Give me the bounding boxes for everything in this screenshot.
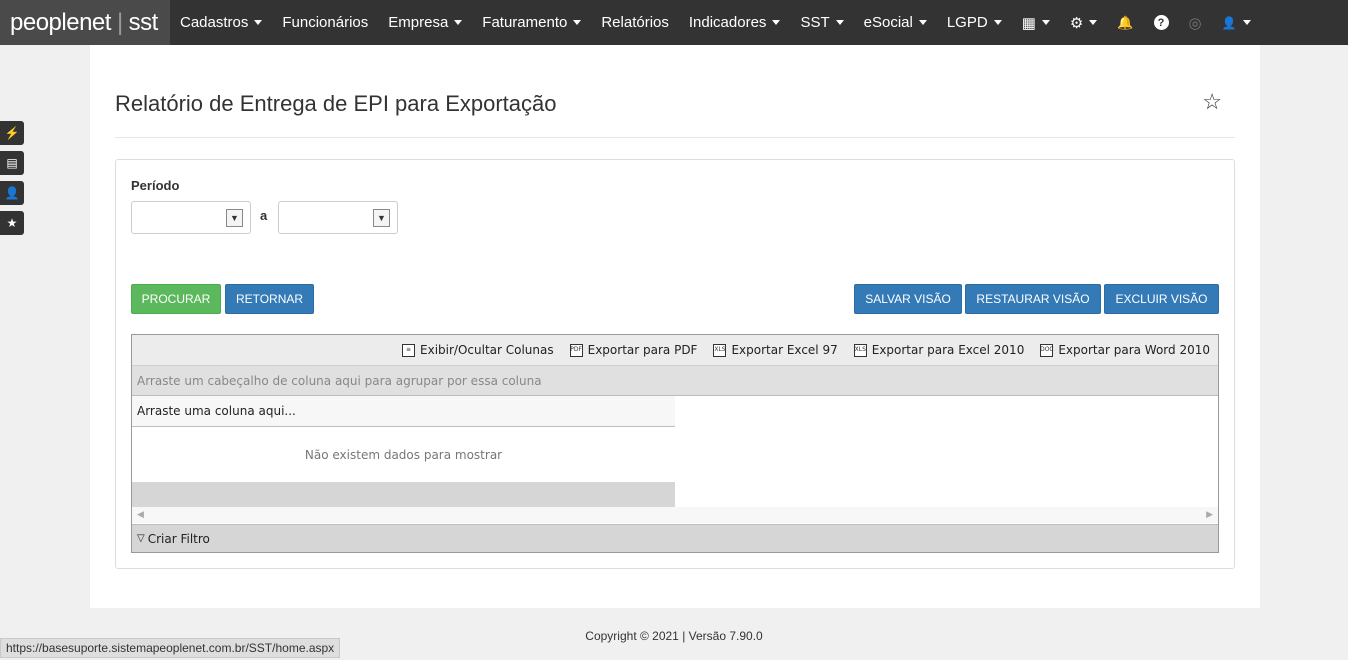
chevron-down-icon: [573, 20, 582, 25]
chevron-down-icon[interactable]: ▼: [373, 209, 390, 227]
chevron-down-icon: [993, 20, 1002, 25]
toggle-columns-button[interactable]: ≡ Exibir/Ocultar Colunas: [402, 343, 554, 357]
nav-lgpd-label: LGPD: [946, 14, 988, 31]
nav-indicadores[interactable]: Indicadores: [679, 0, 791, 45]
help-icon: ?: [1153, 15, 1169, 30]
create-filter-label: Criar Filtro: [147, 531, 210, 546]
date-range-separator: a: [260, 208, 268, 223]
nav-sst-label: SST: [800, 14, 830, 31]
nav-esocial[interactable]: eSocial: [854, 0, 937, 45]
nav-esocial-label: eSocial: [863, 14, 913, 31]
export-excel97-label: Exportar Excel 97: [731, 343, 838, 357]
top-navbar: peoplenet | sst Cadastros Funcionários E…: [0, 0, 1348, 45]
nav-funcionarios-label: Funcionários: [282, 14, 369, 31]
horizontal-scrollbar[interactable]: ◀ ▶: [132, 507, 1218, 523]
nav-calendar[interactable]: ▦: [1012, 0, 1060, 45]
gear-icon: ⚙: [1069, 14, 1084, 32]
quick-access-bar: ⚡ ▤ 👤 ★: [0, 121, 24, 241]
excluir-visao-button[interactable]: EXCLUIR VISÃO: [1104, 284, 1219, 314]
bell-icon: 🔔: [1117, 14, 1134, 30]
grid-footer: [132, 482, 675, 507]
nav-cadastros[interactable]: Cadastros: [170, 0, 272, 45]
create-filter-bar[interactable]: ▽ Criar Filtro: [132, 524, 1218, 552]
bolt-icon[interactable]: ⚡: [0, 121, 24, 145]
date-from-field[interactable]: ▼: [131, 201, 251, 234]
export-word2010-label: Exportar para Word 2010: [1058, 343, 1210, 357]
data-grid: ≡ Exibir/Ocultar Colunas PDF Exportar para…: [131, 334, 1219, 553]
chevron-down-icon[interactable]: ▼: [226, 209, 243, 227]
nav-fingerprint[interactable]: ◎: [1179, 0, 1212, 45]
export-pdf-label: Exportar para PDF: [587, 343, 698, 357]
nav-user[interactable]: 👤: [1212, 0, 1261, 45]
chevron-down-icon: [835, 20, 844, 25]
nav-cadastros-label: Cadastros: [180, 14, 249, 31]
filter-icon: ▽: [137, 533, 145, 544]
browser-status-url: https://basesuporte.sistemapeoplenet.com…: [0, 638, 341, 658]
date-to-field[interactable]: ▼: [278, 201, 398, 234]
chevron-down-icon: [454, 20, 463, 25]
empty-data-message: Não existem dados para mostrar: [304, 447, 503, 462]
nav-relatorios[interactable]: Relatórios: [591, 0, 679, 45]
chevron-down-icon: [1242, 20, 1251, 25]
chevron-down-icon: [254, 20, 263, 25]
nav-settings[interactable]: ⚙: [1060, 0, 1107, 45]
calendar-icon: ▦: [1021, 14, 1036, 32]
brand-separator: |: [116, 8, 123, 36]
periodo-label: Período: [131, 178, 180, 193]
nav-lgpd[interactable]: LGPD: [937, 0, 1012, 45]
docx-file-icon: DOC: [1040, 343, 1054, 357]
nav-help[interactable]: ?: [1144, 0, 1179, 45]
pdf-file-icon: PDF: [569, 343, 583, 357]
clipboard-icon[interactable]: ▤: [0, 151, 24, 175]
nav-empresa[interactable]: Empresa: [378, 0, 472, 45]
filter-panel: Período ▼ a ▼ PROCURAR RETORNAR SALVAR V…: [115, 159, 1235, 569]
star-icon[interactable]: ★: [0, 211, 24, 235]
export-pdf-button[interactable]: PDF Exportar para PDF: [569, 343, 698, 357]
brand-logo[interactable]: peoplenet | sst: [0, 0, 170, 45]
xls-file-icon: XLS: [713, 343, 727, 357]
user-icon[interactable]: 👤: [0, 181, 24, 205]
user-icon: 👤: [1221, 15, 1237, 30]
title-divider: [115, 137, 1235, 138]
scroll-right-icon[interactable]: ▶: [1206, 509, 1213, 520]
nav-notifications[interactable]: 🔔: [1107, 0, 1143, 45]
grid-toolbar: ≡ Exibir/Ocultar Colunas PDF Exportar para…: [132, 335, 1218, 366]
columns-icon: ≡: [402, 343, 416, 357]
favorite-star-icon[interactable]: ☆: [1202, 89, 1222, 115]
chevron-down-icon: [772, 20, 781, 25]
procurar-button[interactable]: PROCURAR: [131, 284, 221, 314]
salvar-visao-button[interactable]: SALVAR VISÃO: [854, 284, 962, 314]
nav-indicadores-label: Indicadores: [688, 14, 767, 31]
group-by-panel[interactable]: Arraste um cabeçalho de coluna aqui para…: [132, 366, 1218, 396]
chevron-down-icon: [1089, 20, 1098, 25]
column-drop-area[interactable]: Arraste uma coluna aqui...: [132, 396, 675, 427]
xlsx-file-icon: XLS: [853, 343, 867, 357]
chevron-down-icon: [1041, 20, 1050, 25]
export-excel2010-label: Exportar para Excel 2010: [871, 343, 1025, 357]
chevron-down-icon: [918, 20, 927, 25]
main-content: Relatório de Entrega de EPI para Exporta…: [90, 45, 1260, 608]
toggle-columns-label: Exibir/Ocultar Colunas: [420, 343, 554, 357]
export-word2010-button[interactable]: DOC Exportar para Word 2010: [1040, 343, 1210, 357]
brand-name: peoplenet: [10, 8, 111, 36]
nav-relatorios-label: Relatórios: [601, 14, 669, 31]
nav-empresa-label: Empresa: [388, 14, 449, 31]
retornar-button[interactable]: RETORNAR: [225, 284, 314, 314]
scroll-left-icon[interactable]: ◀: [137, 509, 144, 520]
nav-sst[interactable]: SST: [790, 0, 853, 45]
restaurar-visao-button[interactable]: RESTAURAR VISÃO: [965, 284, 1101, 314]
nav-funcionarios[interactable]: Funcionários: [272, 0, 378, 45]
page-title: Relatório de Entrega de EPI para Exporta…: [115, 91, 557, 116]
nav-faturamento-label: Faturamento: [482, 14, 568, 31]
fingerprint-icon: ◎: [1188, 14, 1202, 32]
grid-body: Arraste uma coluna aqui... Não existem d…: [132, 396, 1218, 523]
nav-faturamento[interactable]: Faturamento: [472, 0, 591, 45]
brand-product: sst: [128, 8, 159, 36]
export-excel2010-button[interactable]: XLS Exportar para Excel 2010: [853, 343, 1025, 357]
export-excel97-button[interactable]: XLS Exportar Excel 97: [713, 343, 838, 357]
